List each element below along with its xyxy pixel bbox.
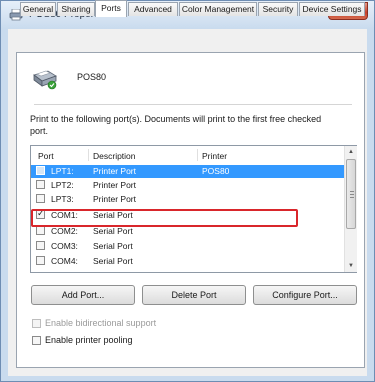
port-name: COM2: [51, 226, 78, 236]
port-checkbox[interactable] [36, 226, 45, 235]
port-description: Serial Port [93, 256, 133, 266]
tab-sharing[interactable]: Sharing [57, 2, 95, 16]
column-header-description[interactable]: Description [93, 151, 136, 161]
list-scrollbar[interactable]: ▲ ▼ [344, 146, 357, 272]
separator [34, 104, 352, 105]
grip-line [350, 197, 354, 198]
column-header-port[interactable]: Port [38, 151, 54, 161]
port-checkbox[interactable] [36, 194, 45, 203]
port-description: Printer Port [93, 166, 136, 176]
scroll-up-arrow-icon[interactable]: ▲ [345, 146, 357, 158]
port-checkbox[interactable] [36, 256, 45, 265]
scroll-thumb[interactable] [346, 159, 356, 229]
tab-device-settings[interactable]: Device Settings [299, 2, 365, 16]
column-divider [88, 149, 89, 161]
port-name: COM3: [51, 241, 78, 251]
column-divider [197, 149, 198, 161]
list-item-lpt3[interactable]: LPT3: Printer Port [31, 193, 344, 206]
tab-advanced[interactable]: Advanced [128, 2, 178, 16]
port-description: Serial Port [93, 241, 133, 251]
port-description: Serial Port [93, 226, 133, 236]
tab-general[interactable]: General [20, 2, 56, 16]
tab-ports[interactable]: Ports [95, 0, 127, 17]
port-name: LPT3: [51, 194, 74, 204]
port-name: LPT2: [51, 180, 74, 190]
scroll-down-arrow-icon[interactable]: ▼ [345, 260, 357, 272]
port-checkbox[interactable] [36, 241, 45, 250]
bidirectional-checkbox [32, 319, 41, 328]
port-checkbox[interactable] [36, 166, 45, 175]
bidirectional-label: Enable bidirectional support [45, 318, 157, 328]
port-description: Printer Port [93, 194, 136, 204]
delete-port-button[interactable]: Delete Port [142, 285, 246, 305]
grip-line [350, 194, 354, 195]
ports-description: Print to the following port(s). Document… [30, 114, 322, 136]
printer-name: POS80 [77, 72, 107, 82]
tab-color-management[interactable]: Color Management [179, 2, 257, 16]
port-name: LPT1: [51, 166, 74, 176]
pooling-checkbox[interactable] [32, 336, 41, 345]
port-printer: POS80 [202, 166, 230, 176]
add-port-button[interactable]: Add Port... [31, 285, 135, 305]
tab-security[interactable]: Security [258, 2, 298, 16]
grip-line [350, 191, 354, 192]
list-item-com3[interactable]: COM3: Serial Port [31, 240, 344, 253]
printer-icon [33, 70, 57, 90]
com1-highlight-box [31, 209, 298, 227]
list-item-com4[interactable]: COM4: Serial Port [31, 255, 344, 268]
port-name: COM4: [51, 256, 78, 266]
list-item-lpt2[interactable]: LPT2: Printer Port [31, 179, 344, 192]
column-header-printer[interactable]: Printer [202, 151, 227, 161]
list-item-lpt1[interactable]: LPT1: Printer Port POS80 [31, 165, 344, 178]
configure-port-button[interactable]: Configure Port... [253, 285, 357, 305]
pooling-label[interactable]: Enable printer pooling [45, 335, 133, 345]
port-checkbox[interactable] [36, 180, 45, 189]
port-description: Printer Port [93, 180, 136, 190]
list-header: Port Description Printer [31, 146, 344, 164]
